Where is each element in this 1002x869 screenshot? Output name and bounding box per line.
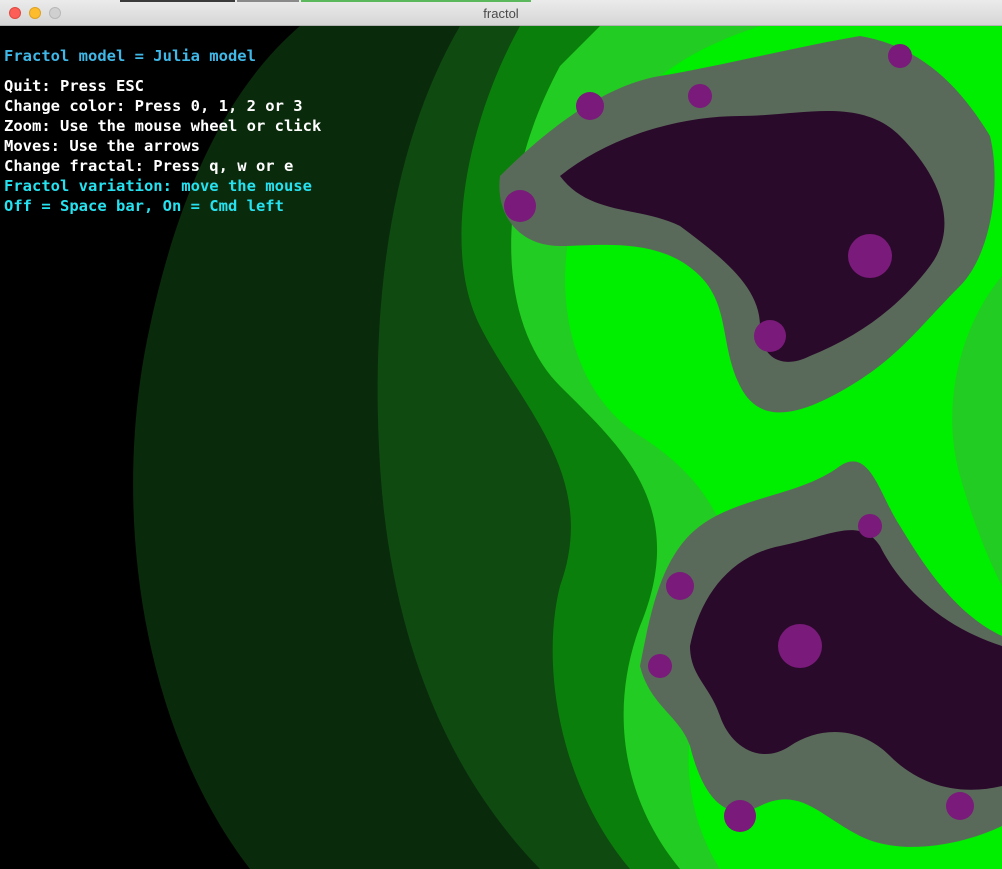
quit-instruction: Quit: Press ESC: [4, 77, 144, 95]
background-window-strip: [120, 0, 235, 2]
color-instruction: Change color: Press 0, 1, 2 or 3: [4, 97, 303, 115]
app-window: fractol Fractol model = Julia model Quit…: [0, 0, 1002, 869]
fractal-model-label: Fractol model = Julia model: [4, 47, 256, 65]
filament-cluster: [946, 792, 974, 820]
fractal-canvas[interactable]: Fractol model = Julia model Quit: Press …: [0, 26, 1002, 869]
filament-cluster: [888, 44, 912, 68]
filament-cluster: [576, 92, 604, 120]
move-instruction: Moves: Use the arrows: [4, 137, 200, 155]
filament-cluster: [666, 572, 694, 600]
filament-cluster: [724, 800, 756, 832]
filament-cluster: [688, 84, 712, 108]
filament-cluster: [648, 654, 672, 678]
background-window-strip: [301, 0, 531, 2]
fractal-switch-instruction: Change fractal: Press q, w or e: [4, 157, 294, 175]
filament-cluster: [778, 624, 822, 668]
background-window-strip: [237, 0, 299, 2]
zoom-instruction: Zoom: Use the mouse wheel or click: [4, 117, 322, 135]
filament-cluster: [504, 190, 536, 222]
filament-cluster: [858, 514, 882, 538]
window-title: fractol: [483, 6, 519, 21]
title-bar[interactable]: fractol: [0, 0, 1002, 26]
variation-toggle-instruction: Off = Space bar, On = Cmd left: [4, 197, 284, 215]
filament-cluster: [848, 234, 892, 278]
variation-instruction: Fractol variation: move the mouse: [4, 177, 312, 195]
help-overlay: Fractol model = Julia model Quit: Press …: [4, 46, 321, 216]
filament-cluster: [754, 320, 786, 352]
